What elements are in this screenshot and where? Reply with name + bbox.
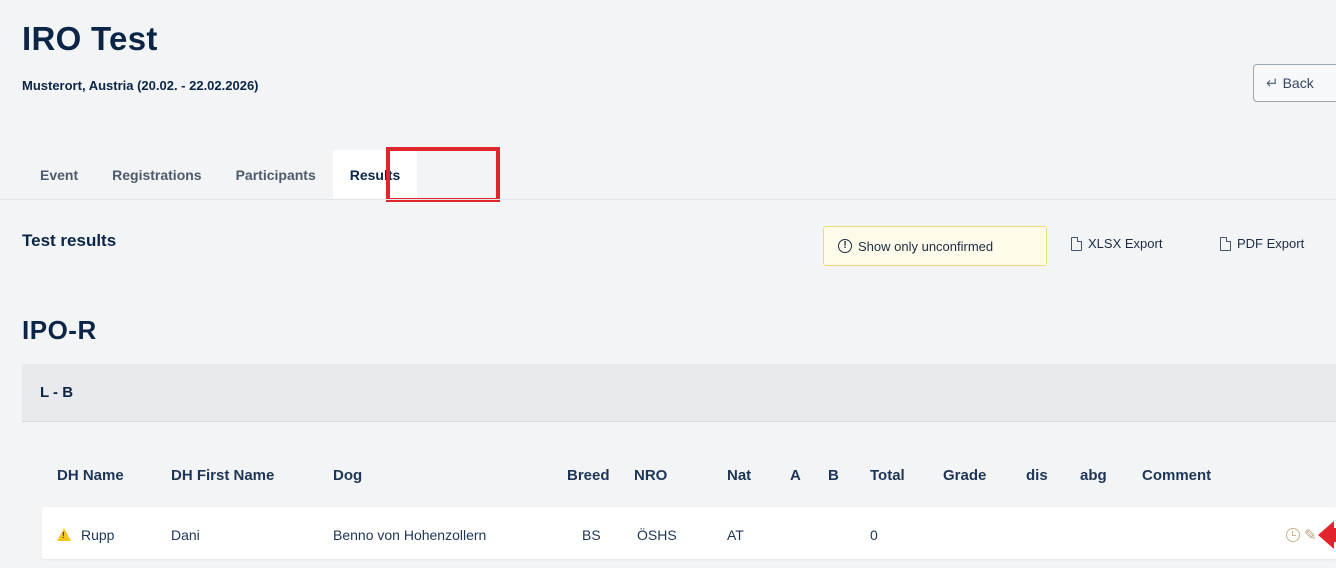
tab-bar: Event Registrations Participants Results [22,150,418,200]
show-unconfirmed-button[interactable]: ! Show only unconfirmed [823,226,1047,266]
column-header[interactable]: NRO [634,467,667,484]
column-header[interactable]: Grade [943,467,986,484]
tab-registrations[interactable]: Registrations [95,150,218,200]
cell-total: 0 [870,527,878,543]
show-unconfirmed-label: Show only unconfirmed [858,238,994,254]
xlsx-export-button[interactable]: XLSX Export [1071,236,1162,251]
pdf-export-label: PDF Export [1237,236,1305,251]
clock-icon[interactable] [1286,528,1300,542]
back-button[interactable]: ↵ Back [1253,64,1336,102]
column-header[interactable]: Comment [1142,467,1211,484]
column-header[interactable]: Dog [333,467,362,484]
cell-dh-name: Rupp [81,527,115,543]
event-subtitle: Musterort, Austria (20.02. - 22.02.2026) [22,78,259,93]
tab-participants[interactable]: Participants [219,150,333,200]
column-header[interactable]: B [828,467,839,484]
column-header[interactable]: Nat [727,467,751,484]
column-header[interactable]: Total [870,467,905,484]
class-label: L - B [40,384,74,401]
pdf-file-icon [1220,236,1231,251]
column-header[interactable]: DH Name [57,467,124,484]
table-row[interactable] [42,507,1336,559]
xlsx-export-label: XLSX Export [1088,236,1163,251]
class-header: L - B [22,364,1336,422]
cell-nat: AT [727,527,744,543]
page-title: IRO Test [22,20,158,57]
cell-breed: BS [582,527,601,543]
return-arrow-icon: ↵ [1266,75,1279,92]
pencil-icon[interactable]: ✎ [1304,526,1317,544]
warning-triangle-icon: ! [57,528,71,541]
column-header[interactable]: abg [1080,467,1107,484]
red-arrow-tail [1330,528,1336,542]
group-title: IPO-R [22,315,97,345]
column-header[interactable]: A [790,467,801,484]
pdf-export-button[interactable]: PDF Export [1220,236,1304,251]
cell-nro: ÖSHS [637,527,677,543]
cell-dog: Benno von Hohenzollern [333,527,487,543]
column-header[interactable]: Breed [567,467,610,484]
column-header[interactable]: DH First Name [171,467,274,484]
results-tab-highlight [386,147,500,202]
info-circle-icon: ! [838,239,852,253]
tab-event[interactable]: Event [22,150,95,200]
section-title: Test results [22,231,117,250]
cell-dh-first-name: Dani [171,527,200,543]
tabs-divider [0,199,1336,200]
column-header[interactable]: dis [1026,467,1048,484]
xlsx-file-icon [1071,236,1082,251]
back-label: Back [1282,75,1314,91]
